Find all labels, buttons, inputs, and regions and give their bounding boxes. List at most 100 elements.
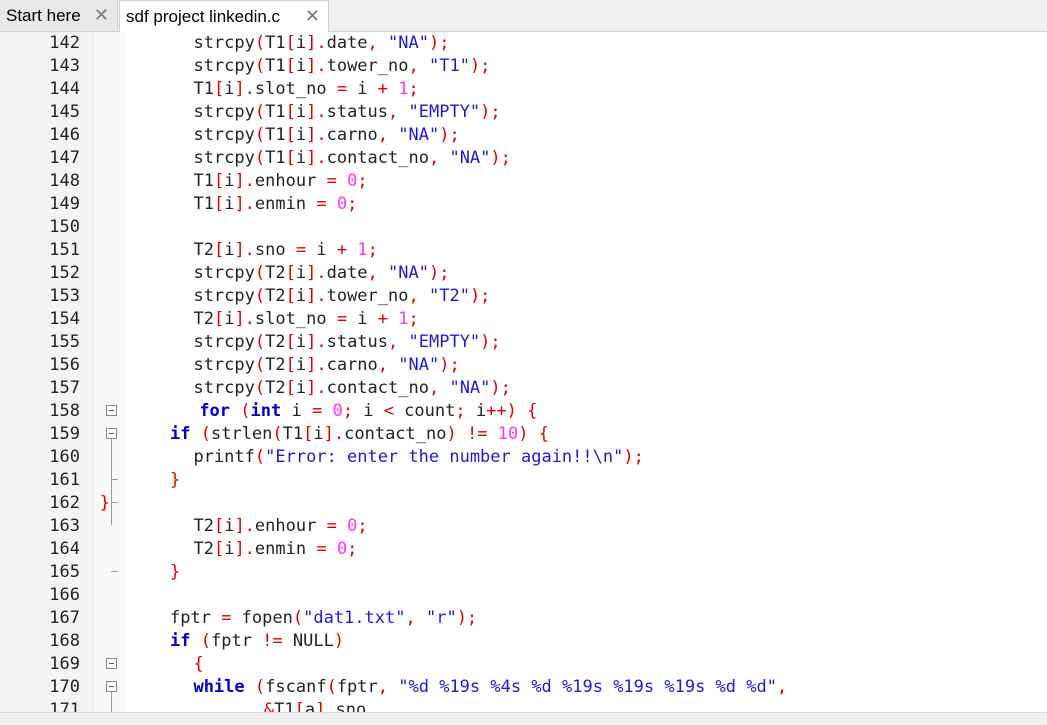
code-line[interactable]: 169 { xyxy=(0,653,1047,676)
line-number: 152 xyxy=(49,263,80,283)
line-number: 164 xyxy=(49,539,80,559)
code-line[interactable]: 142 strcpy(T1[i].date, "NA"); xyxy=(0,32,1047,55)
code-line[interactable]: 148 T1[i].enhour = 0; xyxy=(0,170,1047,193)
code-line[interactable]: 154 T2[i].slot_no = i + 1; xyxy=(0,308,1047,331)
code-text: T1[i].enhour = 0; xyxy=(193,171,368,191)
code-text: if (strlen(T1[i].contact_no) != 10) { xyxy=(170,424,549,444)
code-text: strcpy(T2[i].contact_no, "NA"); xyxy=(193,378,511,398)
code-line[interactable]: 161} xyxy=(0,469,1047,492)
code-line[interactable]: 146 strcpy(T1[i].carno, "NA"); xyxy=(0,124,1047,147)
code-line[interactable]: 151 T2[i].sno = i + 1; xyxy=(0,239,1047,262)
code-line[interactable]: 171 &T1[a].sno, xyxy=(0,699,1047,712)
code-line[interactable]: 155 strcpy(T2[i].status, "EMPTY"); xyxy=(0,331,1047,354)
line-number: 158 xyxy=(49,401,80,421)
line-number: 169 xyxy=(49,654,80,674)
code-text: while (fscanf(fptr, "%d %19s %4s %d %19s… xyxy=(193,677,788,697)
line-number: 151 xyxy=(49,240,80,260)
code-line[interactable]: 158 for (int i = 0; i < count; i++) { xyxy=(0,400,1047,423)
code-line[interactable]: 143 strcpy(T1[i].tower_no, "T1"); xyxy=(0,55,1047,78)
line-number: 145 xyxy=(49,102,80,122)
code-line[interactable]: 149 T1[i].enmin = 0; xyxy=(0,193,1047,216)
tab-sdf-project-linkedin[interactable]: sdf project linkedin.c ✕ xyxy=(119,0,329,32)
fold-toggle-icon[interactable] xyxy=(106,405,117,416)
code-line[interactable]: 152 strcpy(T2[i].date, "NA"); xyxy=(0,262,1047,285)
fold-line xyxy=(111,439,112,525)
line-number: 162 xyxy=(49,493,80,513)
code-line[interactable]: 150 xyxy=(0,216,1047,239)
line-number: 156 xyxy=(49,355,80,375)
code-line[interactable]: 163 T2[i].enhour = 0; xyxy=(0,515,1047,538)
code-text: strcpy(T1[i].status, "EMPTY"); xyxy=(193,102,501,122)
code-editor[interactable]: 142 strcpy(T1[i].date, "NA"); 143 strcpy(T1… xyxy=(0,32,1047,712)
code-line[interactable]: 147 strcpy(T1[i].contact_no, "NA"); xyxy=(0,147,1047,170)
code-line[interactable]: 144 T1[i].slot_no = i + 1; xyxy=(0,78,1047,101)
code-text: &T1[a].sno, xyxy=(263,700,377,712)
code-line[interactable]: 145 strcpy(T1[i].status, "EMPTY"); xyxy=(0,101,1047,124)
close-icon[interactable]: ✕ xyxy=(305,6,320,26)
code-text: T2[i].enhour = 0; xyxy=(193,516,368,536)
close-icon[interactable]: ✕ xyxy=(94,5,109,25)
code-text: T2[i].slot_no = i + 1; xyxy=(193,309,419,329)
fold-toggle-icon[interactable] xyxy=(106,428,117,439)
code-text: } xyxy=(170,562,181,582)
fold-toggle-icon[interactable] xyxy=(106,658,117,669)
code-line[interactable]: 168 if (fptr != NULL) xyxy=(0,630,1047,653)
code-text: T2[i].enmin = 0; xyxy=(193,539,358,559)
code-text: if (fptr != NULL) xyxy=(170,631,345,651)
line-number: 143 xyxy=(49,56,80,76)
line-number: 144 xyxy=(49,79,80,99)
line-number: 171 xyxy=(49,700,80,712)
code-line[interactable]: 164 T2[i].enmin = 0; xyxy=(0,538,1047,561)
code-text: strcpy(T1[i].carno, "NA"); xyxy=(193,125,460,145)
fold-line xyxy=(111,692,112,712)
code-text: strcpy(T1[i].date, "NA"); xyxy=(193,33,450,53)
code-line[interactable]: 162} xyxy=(0,492,1047,515)
tab-bar: Start here ✕ sdf project linkedin.c ✕ xyxy=(0,0,1047,32)
line-number: 148 xyxy=(49,171,80,191)
code-line[interactable]: 170 while (fscanf(fptr, "%d %19s %4s %d %… xyxy=(0,676,1047,699)
fold-toggle-icon[interactable] xyxy=(106,681,117,692)
line-number: 155 xyxy=(49,332,80,352)
line-number: 154 xyxy=(49,309,80,329)
code-line[interactable]: 157 strcpy(T2[i].contact_no, "NA"); xyxy=(0,377,1047,400)
line-number: 168 xyxy=(49,631,80,651)
line-number: 157 xyxy=(49,378,80,398)
fold-end-marker xyxy=(111,502,118,503)
horizontal-scrollbar[interactable] xyxy=(0,712,1047,725)
line-number: 147 xyxy=(49,148,80,168)
code-line[interactable]: 165} xyxy=(0,561,1047,584)
code-text: T2[i].sno = i + 1; xyxy=(193,240,378,260)
fold-end-marker xyxy=(111,479,118,480)
code-line[interactable]: 166 xyxy=(0,584,1047,607)
code-text: strcpy(T1[i].contact_no, "NA"); xyxy=(193,148,511,168)
code-line[interactable]: 153 strcpy(T2[i].tower_no, "T2"); xyxy=(0,285,1047,308)
line-number: 159 xyxy=(49,424,80,444)
code-text: } xyxy=(99,493,110,513)
line-number: 170 xyxy=(49,677,80,697)
code-text: T1[i].enmin = 0; xyxy=(193,194,358,214)
code-line[interactable]: 159 if (strlen(T1[i].contact_no) != 10) { xyxy=(0,423,1047,446)
line-number: 166 xyxy=(49,585,80,605)
code-text: strcpy(T2[i].date, "NA"); xyxy=(193,263,450,283)
line-number: 150 xyxy=(49,217,80,237)
code-text: strcpy(T2[i].status, "EMPTY"); xyxy=(193,332,501,352)
tab-start-here[interactable]: Start here ✕ xyxy=(0,0,118,31)
line-number: 165 xyxy=(49,562,80,582)
code-line[interactable]: 160 printf("Error: enter the number again… xyxy=(0,446,1047,469)
tab-label: Start here xyxy=(6,5,81,25)
line-number: 149 xyxy=(49,194,80,214)
code-line[interactable]: 167 fptr = fopen("dat1.txt", "r"); xyxy=(0,607,1047,630)
line-number: 146 xyxy=(49,125,80,145)
line-number: 142 xyxy=(49,33,80,53)
code-text: strcpy(T2[i].tower_no, "T2"); xyxy=(193,286,491,306)
code-text: printf("Error: enter the number again!!\… xyxy=(193,447,644,467)
code-text: strcpy(T2[i].carno, "NA"); xyxy=(193,355,460,375)
code-text: fptr = fopen("dat1.txt", "r"); xyxy=(170,608,478,628)
code-text: { xyxy=(193,654,204,674)
code-line[interactable]: 156 strcpy(T2[i].carno, "NA"); xyxy=(0,354,1047,377)
line-number: 161 xyxy=(49,470,80,490)
line-number: 163 xyxy=(49,516,80,536)
line-number: 153 xyxy=(49,286,80,306)
tab-label: sdf project linkedin.c xyxy=(126,6,281,26)
fold-end-marker xyxy=(111,571,118,572)
